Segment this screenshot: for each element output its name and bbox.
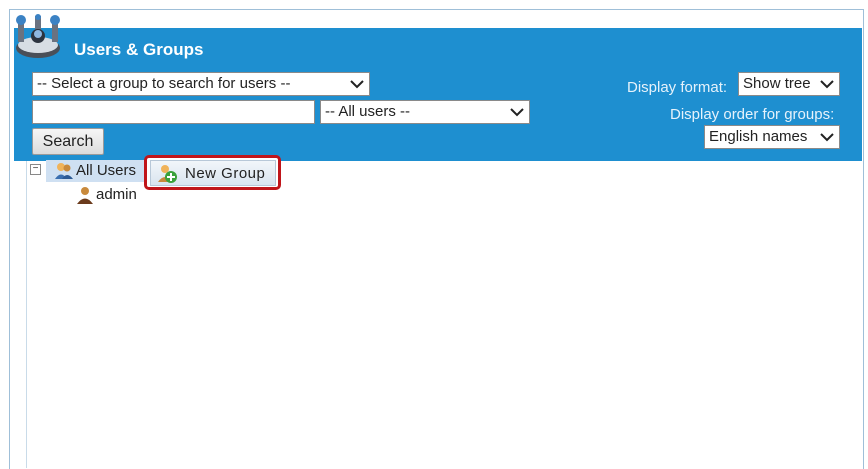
chevron-down-icon [510, 108, 524, 117]
new-group-label: New Group [185, 165, 266, 182]
display-order-label: Display order for groups: [670, 106, 835, 123]
chevron-down-icon [820, 133, 834, 142]
display-format-label: Display format: [627, 79, 728, 96]
tree-node-all-users-label: All Users [76, 162, 137, 179]
chevron-down-icon [350, 80, 364, 89]
display-order-select-value: English names [709, 128, 808, 145]
tree-divider [26, 161, 27, 468]
group-icon [55, 163, 73, 179]
page-title: Users & Groups [74, 40, 204, 59]
tree-node-all-users[interactable]: All Users [46, 160, 144, 182]
search-input[interactable] [32, 100, 315, 124]
group-search-select[interactable]: -- Select a group to search for users -- [32, 72, 370, 96]
add-group-icon [158, 165, 177, 183]
group-search-select-value: -- Select a group to search for users -- [37, 75, 291, 92]
display-format-select-value: Show tree [743, 75, 811, 92]
display-order-select[interactable]: English names [704, 125, 840, 149]
collapse-icon[interactable]: − [30, 164, 41, 175]
user-filter-select-value: -- All users -- [325, 103, 411, 120]
new-group-button[interactable]: New Group [150, 160, 276, 186]
chevron-down-icon [820, 80, 834, 89]
tree-item-admin-label: admin [96, 186, 137, 203]
user-icon [77, 187, 93, 204]
users-network-icon [16, 14, 60, 58]
header-bar: Users & Groups -- Select a group to sear… [14, 28, 862, 161]
display-format-select[interactable]: Show tree [738, 72, 840, 96]
user-filter-select[interactable]: -- All users -- [320, 100, 530, 124]
search-button[interactable]: Search [32, 128, 104, 155]
